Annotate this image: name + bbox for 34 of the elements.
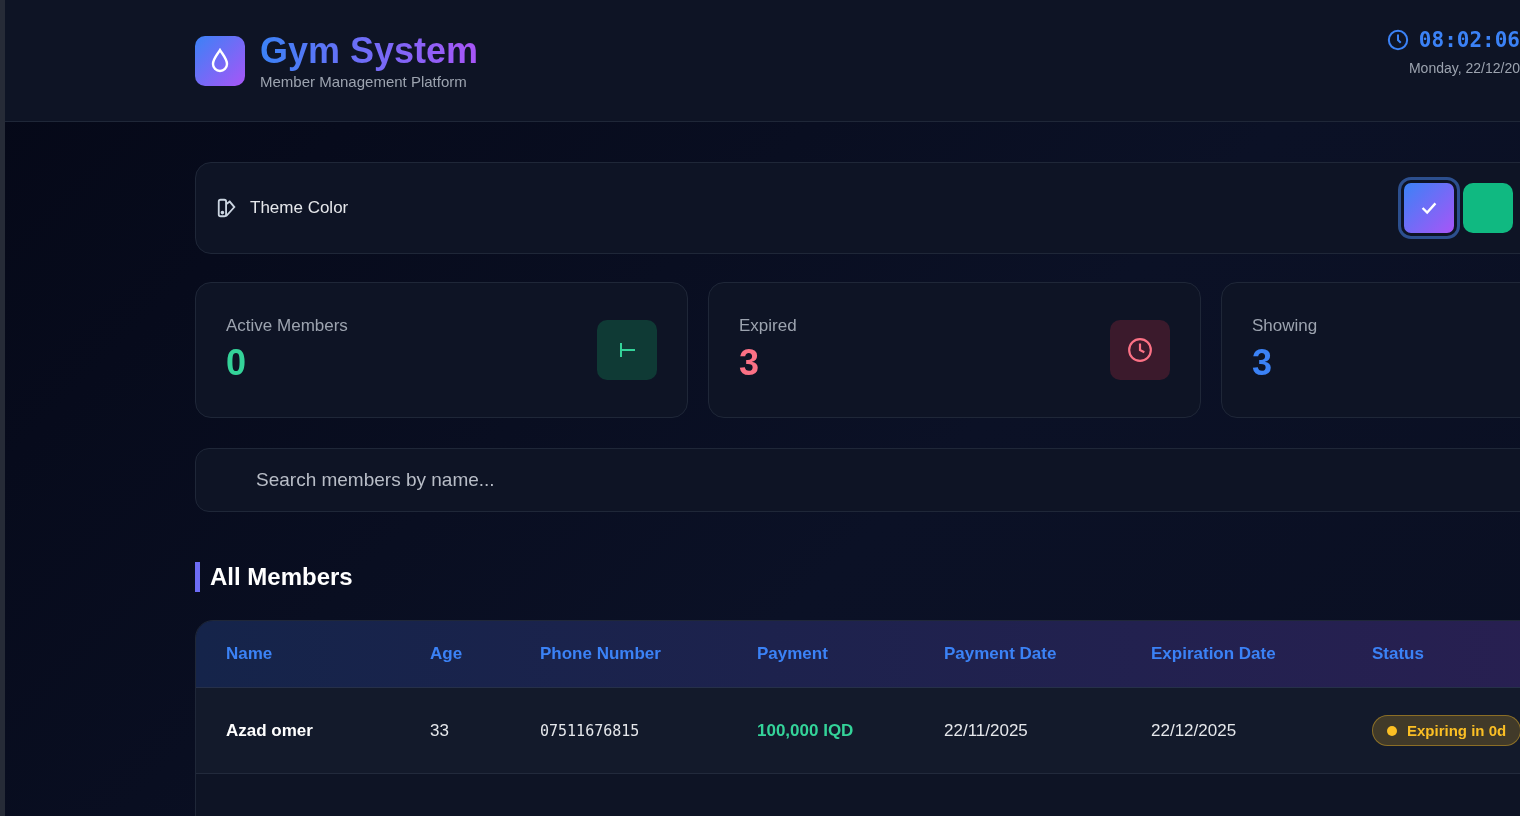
current-time: 08:02:06 [1418,27,1520,52]
status-text: Expiring in 0d [1407,722,1507,739]
table-cell-text: 22/11/2025 [944,720,1029,741]
table-cell-text: 33 [430,720,450,741]
table-cell-text: 22/12/2025 [1151,720,1238,741]
table-cell-text: Azad omer [226,720,314,741]
stat-label: Active Members [226,316,348,336]
column-header: Phone Number [540,644,662,664]
column-header: Expiration Date [1151,644,1277,664]
current-date: Monday, 22/12/20 [1408,59,1520,76]
table-cell-text: 100,000 IQD [757,720,855,741]
clock-icon [1386,28,1409,51]
table-row[interactable]: Azad omer 33 07511676815 100,000 IQD 22/11/2025 22/12/2025 Expiring in 0d [196,688,1520,774]
search-field[interactable]: Search members by name... [195,448,1520,512]
column-header: Name [226,644,274,664]
stat-value: 0 [226,342,248,384]
palette-icon [216,197,238,219]
stat-label: Expired [739,316,797,336]
section-title: All Members [195,562,1520,592]
table-cell-text: 07511676815 [540,721,641,740]
stat-value: 3 [739,342,761,384]
column-header: Payment [757,644,829,664]
column-header: Payment Date [944,644,1058,664]
tee-icon [617,340,637,360]
column-header: Age [430,644,464,664]
theme-swatch[interactable] [1463,183,1513,233]
clock-icon [1127,337,1153,363]
droplet-icon [209,47,231,74]
app-subtitle: Member Management Platform [260,73,468,90]
theme-label: Theme Color [250,198,349,218]
stat-label: Showing [1252,316,1318,336]
column-header: Status [1372,644,1425,664]
stat-value: 3 [1252,342,1274,384]
theme-swatch[interactable] [1401,180,1457,236]
